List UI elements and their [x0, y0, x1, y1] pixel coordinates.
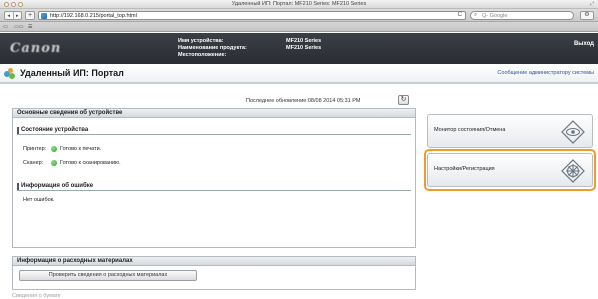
brand-logo: Canon: [10, 41, 62, 56]
printer-label: Принтер:: [23, 146, 47, 152]
last-updated-text: Последнее обновление:08/08 2014 05:31 PM: [246, 98, 361, 104]
scanner-status-row: Сканер: Готово к сканированию.: [23, 160, 121, 166]
search-field[interactable]: ⌕ Q- Google: [470, 11, 574, 20]
menu-item-highlight: [424, 149, 596, 191]
device-status-heading: Состояние устройства: [17, 126, 411, 135]
window-title-bar: Удаленный ИП: Портал: MF210 Series: MF21…: [0, 0, 598, 9]
scanner-status-text: Готово к сканированию.: [60, 160, 121, 166]
device-info-row: Местоположение:: [178, 52, 321, 59]
forward-button[interactable]: ▸: [12, 12, 22, 19]
portal-logo-icon: [4, 68, 15, 79]
refresh-icon: ↻: [400, 96, 407, 103]
add-bookmark-button[interactable]: +: [25, 11, 35, 20]
logout-link[interactable]: Выход: [574, 41, 594, 47]
nav-button-group: ◂ ▸: [4, 11, 22, 20]
address-bar[interactable]: http://192.168.0.215/portal_top.html C: [38, 11, 466, 20]
menu-item-label: Монитор состояния/Отмена: [434, 127, 506, 133]
search-icon: ⌕: [474, 12, 478, 18]
admin-message-link[interactable]: Сообщение администратору системы: [497, 70, 594, 76]
site-favicon-icon: [41, 13, 47, 19]
refresh-button[interactable]: ↻: [398, 95, 409, 105]
back-button[interactable]: ◂: [5, 12, 13, 19]
error-info-text: Нет ошибок.: [23, 197, 55, 203]
status-monitor-menu-item[interactable]: Монитор состояния/Отмена: [427, 114, 593, 148]
paper-info-heading: Сведения о бумаге: [12, 293, 61, 299]
toolbar-options-button[interactable]: ⚙: [580, 11, 594, 20]
search-placeholder: Q- Google: [482, 13, 508, 19]
basic-info-section-header: Основные сведения об устройстве: [12, 108, 416, 118]
url-text: http://192.168.0.215/portal_top.html: [50, 13, 137, 19]
printer-status-row: Принтер: Готово к печати.: [23, 146, 101, 152]
location-label: Местоположение:: [178, 52, 227, 58]
fullscreen-icon[interactable]: ⤢: [590, 1, 594, 7]
consumables-panel: Проверить сведения о расходных материала…: [12, 266, 416, 290]
portal-title-bar: Удаленный ИП: Портал Сообщение администр…: [0, 64, 598, 84]
window-title: Удаленный ИП: Портал: MF210 Series: MF21…: [231, 1, 367, 7]
status-ok-icon: [51, 146, 57, 152]
product-name-value: MF210 Series: [286, 45, 322, 51]
basic-info-panel: Состояние устройства Принтер: Готово к п…: [12, 118, 416, 248]
scanner-label: Сканер:: [23, 160, 44, 166]
status-ok-icon: [51, 160, 57, 166]
bookmark-item[interactable]: ▭: [3, 24, 8, 30]
consumables-section-header: Информация о расходных материалах: [12, 256, 416, 266]
device-name-label: Имя устройства:: [178, 38, 224, 44]
device-name-value: MF210 Series: [286, 38, 322, 44]
check-consumables-button[interactable]: Проверить сведения о расходных материала…: [19, 270, 197, 281]
device-header: Canon Имя устройства: MF210 Series Наиме…: [0, 33, 598, 64]
browser-toolbar: ◂ ▸ + http://192.168.0.215/portal_top.ht…: [0, 9, 598, 22]
error-info-heading: Информация об ошибке: [17, 182, 411, 191]
device-info-row: Имя устройства: MF210 Series: [178, 38, 321, 45]
monitor-eye-icon: [561, 120, 585, 144]
bookmark-item[interactable]: ☰: [28, 24, 32, 30]
printer-status-text: Готово к печати.: [60, 146, 102, 152]
bookmarks-bar: ▭ ▭▭ ☰: [0, 22, 598, 32]
bookmark-item[interactable]: ▭▭: [14, 24, 23, 30]
product-name-label: Наименование продукта:: [178, 45, 247, 51]
reload-button[interactable]: C: [458, 12, 462, 18]
device-info: Имя устройства: MF210 Series Наименовани…: [178, 38, 321, 59]
page-title: Удаленный ИП: Портал: [20, 68, 124, 78]
device-info-row: Наименование продукта: MF210 Series: [178, 45, 321, 52]
